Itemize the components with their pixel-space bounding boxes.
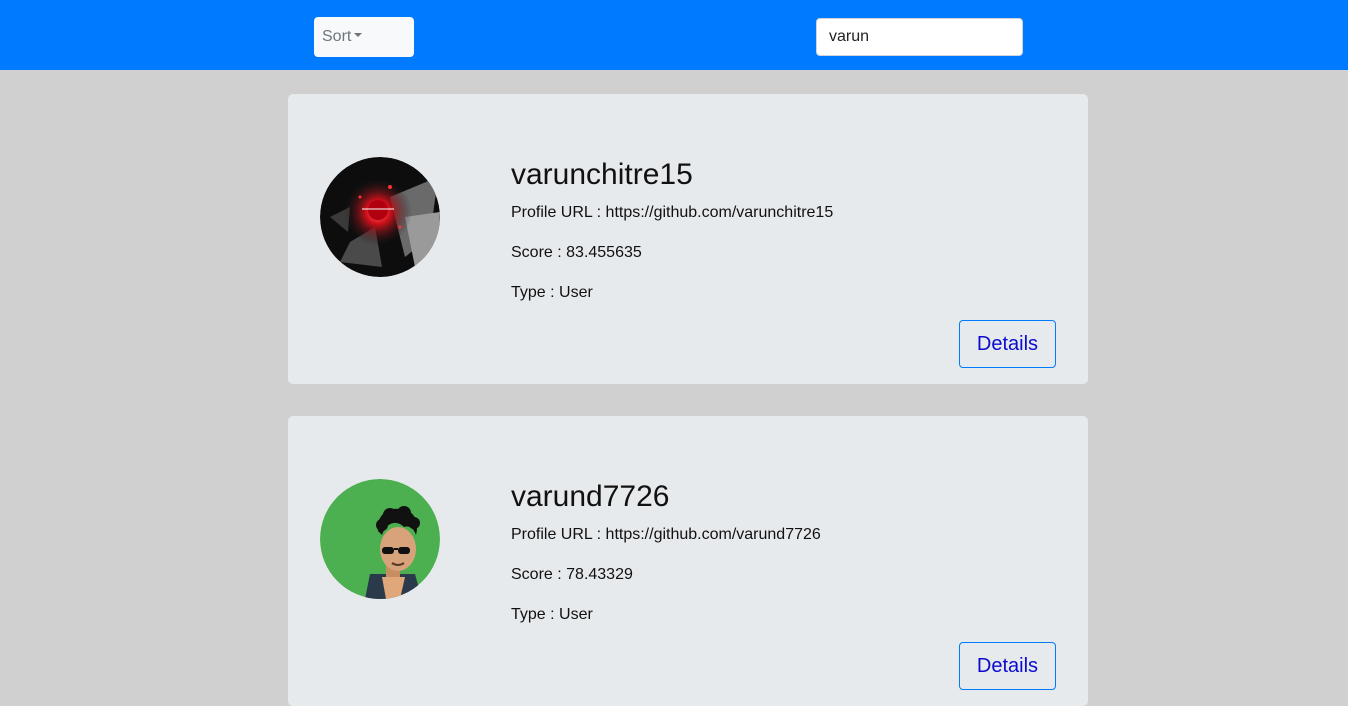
type-line: Type : User [511, 606, 593, 624]
details-button[interactable]: Details [959, 642, 1056, 690]
profile-url-label: Profile URL : [511, 526, 606, 543]
profile-url-line: Profile URL : https://github.com/varund7… [511, 526, 821, 544]
username: varunchitre15 [511, 158, 693, 191]
type-value: User [559, 284, 593, 301]
score-value: 83.455635 [566, 244, 642, 261]
profile-url: https://github.com/varund7726 [605, 526, 821, 543]
avatar [320, 157, 440, 277]
caret-down-icon [354, 32, 363, 37]
score-line: Score : 83.455635 [511, 244, 642, 262]
sort-dropdown-button[interactable]: Sort [314, 17, 414, 57]
username: varund7726 [511, 480, 670, 513]
profile-url: https://github.com/varunchitre15 [605, 204, 834, 221]
sort-label: Sort [322, 28, 352, 45]
avatar-image [320, 479, 440, 599]
score-label: Score : [511, 244, 567, 261]
user-card: varunchitre15 Profile URL : https://gith… [288, 94, 1088, 384]
avatar [320, 479, 440, 599]
score-line: Score : 78.43329 [511, 566, 633, 584]
profile-url-line: Profile URL : https://github.com/varunch… [511, 204, 833, 222]
type-label: Type : [511, 284, 560, 301]
type-label: Type : [511, 606, 560, 623]
user-card: varund7726 Profile URL : https://github.… [288, 416, 1088, 706]
navbar: Sort [0, 0, 1348, 70]
details-button[interactable]: Details [959, 320, 1056, 368]
avatar-image [320, 157, 440, 277]
profile-url-label: Profile URL : [511, 204, 606, 221]
type-value: User [559, 606, 593, 623]
score-value: 78.43329 [566, 566, 633, 583]
type-line: Type : User [511, 284, 593, 302]
score-label: Score : [511, 566, 567, 583]
search-input[interactable] [816, 18, 1023, 56]
